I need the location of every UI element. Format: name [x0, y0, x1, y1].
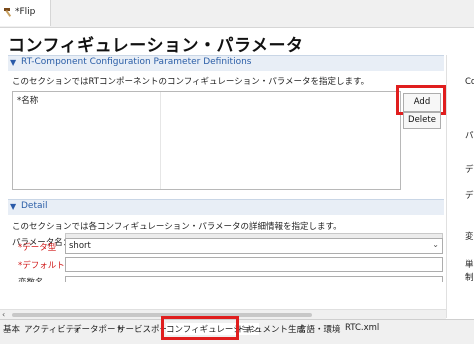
right-label-2: デ — [465, 165, 474, 175]
datatype-label: *データ型 — [18, 243, 57, 253]
chevron-down-icon: ▼ — [10, 58, 17, 67]
configuration-tab-highlight — [161, 316, 239, 340]
column-header-name: *名称 — [17, 96, 39, 106]
right-label-3: デフ — [465, 191, 474, 201]
right-label-6: 制 — [465, 273, 474, 283]
section-params-description: このセクションではRTコンポーネントのコンフィギュレーション・パラメータを指定し… — [12, 77, 370, 87]
section-detail-header[interactable]: ▼ Detail — [8, 199, 444, 215]
right-label-0: Co — [465, 77, 474, 87]
section-detail-description: このセクションでは各コンフィギュレーション・パラメータの詳細情報を指定します。 — [12, 222, 342, 232]
chevron-down-icon: ⌄ — [432, 240, 439, 249]
editor-tab-title: *Flip — [15, 7, 36, 17]
tab-rtcxml[interactable]: RTC.xml — [345, 323, 379, 333]
right-panel-strip: Co パラ デ デフ 変 単 制 — [446, 55, 474, 318]
datatype-value: short — [69, 241, 91, 251]
tab-basic[interactable]: 基本 — [3, 323, 20, 335]
section-params-title: RT-Component Configuration Parameter Def… — [21, 57, 252, 67]
default-value-field[interactable] — [65, 257, 443, 272]
hammer-icon — [4, 8, 12, 17]
chevron-down-icon: ▼ — [10, 202, 17, 211]
tab-language[interactable]: 言語・環境 — [298, 323, 341, 335]
editor-tab-bar — [0, 0, 474, 28]
page-title: コンフィギュレーション・パラメータ — [8, 36, 304, 56]
datatype-select[interactable]: short ⌄ — [65, 238, 443, 254]
tab-document[interactable]: ドキュメント生成 — [237, 323, 305, 335]
var-name-label: 変数名 — [18, 276, 44, 282]
right-label-5: 単 — [465, 260, 474, 270]
section-params-header[interactable]: ▼ RT-Component Configuration Parameter D… — [8, 55, 444, 71]
param-table[interactable]: *名称 — [12, 91, 401, 190]
add-button-highlight — [396, 85, 446, 115]
editor-tab-flip[interactable]: *Flip — [0, 0, 51, 26]
column-divider — [160, 92, 161, 189]
section-detail-title: Detail — [21, 201, 48, 211]
delete-button[interactable]: Delete — [403, 112, 441, 129]
right-label-4: 変 — [465, 232, 474, 242]
scroll-left-icon[interactable]: ‹ — [2, 310, 5, 319]
right-label-1: パラ — [465, 131, 474, 141]
var-name-field[interactable] — [65, 276, 443, 282]
